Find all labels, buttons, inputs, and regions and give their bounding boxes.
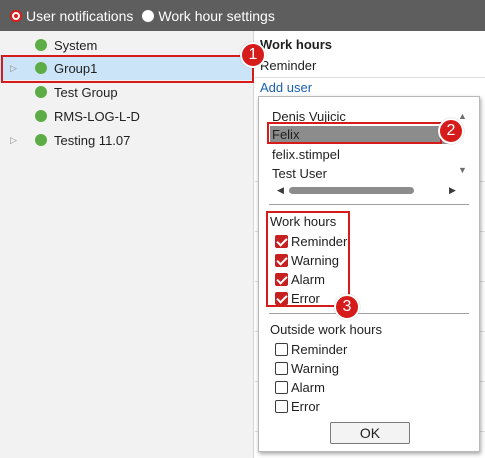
checkbox-unchecked-icon <box>275 342 288 356</box>
add-user-popup: ▲ Denis Vujicic Felix felix.stimpel Test… <box>258 96 480 452</box>
status-green-icon <box>35 39 47 51</box>
expand-arrow-icon[interactable]: ▷ <box>10 135 17 146</box>
user-notifications-label: User notifications <box>26 7 134 24</box>
work-hours-heading: Work hours <box>260 37 332 52</box>
tree-item-label: Group1 <box>54 60 98 76</box>
tree-item-label: RMS-LOG-L-D <box>54 108 140 124</box>
outside-work-hours-section-title: Outside work hours <box>270 322 382 337</box>
scroll-up-icon[interactable]: ▲ <box>458 111 467 121</box>
group-tree: System ▷ Group1 Test Group RMS-LOG-L-D ▷… <box>0 31 254 458</box>
checkbox-label: Alarm <box>291 379 325 395</box>
checkbox-label: Error <box>291 398 320 414</box>
checkbox-checked-icon <box>275 291 288 305</box>
tree-item-label: Test Group <box>54 84 118 100</box>
tree-item-test-group[interactable]: Test Group <box>0 80 254 104</box>
horizontal-scrollbar[interactable]: ◀ ▶ <box>277 185 462 195</box>
checkbox-unchecked-icon <box>275 380 288 394</box>
tree-item-label: System <box>54 37 98 53</box>
user-option[interactable]: felix.stimpel <box>270 146 450 164</box>
checkbox-unchecked-icon <box>275 399 288 413</box>
checkbox-checked-icon <box>275 272 288 286</box>
reminder-label: Reminder <box>260 58 317 73</box>
tree-item-testing-1107[interactable]: ▷ Testing 11.07 <box>0 128 254 152</box>
divider <box>255 77 485 78</box>
work-hour-settings-radio[interactable]: Work hour settings <box>142 7 275 24</box>
callout-badge-3: 3 <box>334 294 360 320</box>
status-green-icon <box>35 110 47 122</box>
divider <box>269 204 469 205</box>
checkbox-label: Alarm <box>291 271 325 287</box>
tree-item-group1[interactable]: ▷ Group1 <box>0 56 254 80</box>
user-option-highlighted[interactable]: Felix <box>270 126 450 144</box>
checkbox-checked-icon <box>275 253 288 267</box>
scroll-right-icon[interactable]: ▶ <box>449 185 456 196</box>
scroll-down-icon[interactable]: ▼ <box>458 165 467 175</box>
radio-checked-icon <box>10 9 22 22</box>
work-hours-alarm-checkbox[interactable]: Alarm <box>275 270 325 288</box>
expand-arrow-icon[interactable]: ▷ <box>10 63 17 74</box>
view-mode-bar: User notifications Work hour settings <box>0 0 485 31</box>
user-option[interactable]: Test User <box>270 165 450 183</box>
tree-item-rms-log-l-d[interactable]: RMS-LOG-L-D <box>0 104 254 128</box>
work-hours-warning-checkbox[interactable]: Warning <box>275 251 339 269</box>
user-option[interactable]: Denis Vujicic <box>270 108 450 126</box>
checkbox-label: Reminder <box>291 233 348 249</box>
outside-warning-checkbox[interactable]: Warning <box>275 359 339 377</box>
status-green-icon <box>35 62 47 74</box>
outside-error-checkbox[interactable]: Error <box>275 397 320 415</box>
radio-unchecked-icon <box>142 9 155 22</box>
work-hours-reminder-checkbox[interactable]: Reminder <box>275 232 347 250</box>
checkbox-unchecked-icon <box>275 361 288 375</box>
callout-badge-2: 2 <box>438 118 464 144</box>
work-hour-settings-label: Work hour settings <box>158 7 275 24</box>
divider <box>269 313 469 314</box>
outside-alarm-checkbox[interactable]: Alarm <box>275 378 325 396</box>
add-user-link[interactable]: Add user <box>260 80 312 95</box>
checkbox-checked-icon <box>275 234 288 248</box>
status-green-icon <box>35 86 47 98</box>
tree-item-system[interactable]: System <box>0 33 254 57</box>
tree-item-label: Testing 11.07 <box>54 132 131 148</box>
checkbox-label: Warning <box>291 252 339 268</box>
outside-reminder-checkbox[interactable]: Reminder <box>275 340 347 358</box>
scroll-left-icon[interactable]: ◀ <box>277 185 284 196</box>
checkbox-label: Reminder <box>291 341 348 357</box>
work-hours-error-checkbox[interactable]: Error <box>275 289 320 307</box>
work-hours-section-title: Work hours <box>270 214 337 229</box>
status-green-icon <box>35 134 47 146</box>
checkbox-label: Error <box>291 290 320 306</box>
scrollbar-thumb[interactable] <box>289 187 414 194</box>
user-notifications-radio[interactable]: User notifications <box>10 8 133 24</box>
callout-badge-1: 1 <box>240 42 266 68</box>
checkbox-label: Warning <box>291 360 339 376</box>
ok-button[interactable]: OK <box>330 422 410 444</box>
